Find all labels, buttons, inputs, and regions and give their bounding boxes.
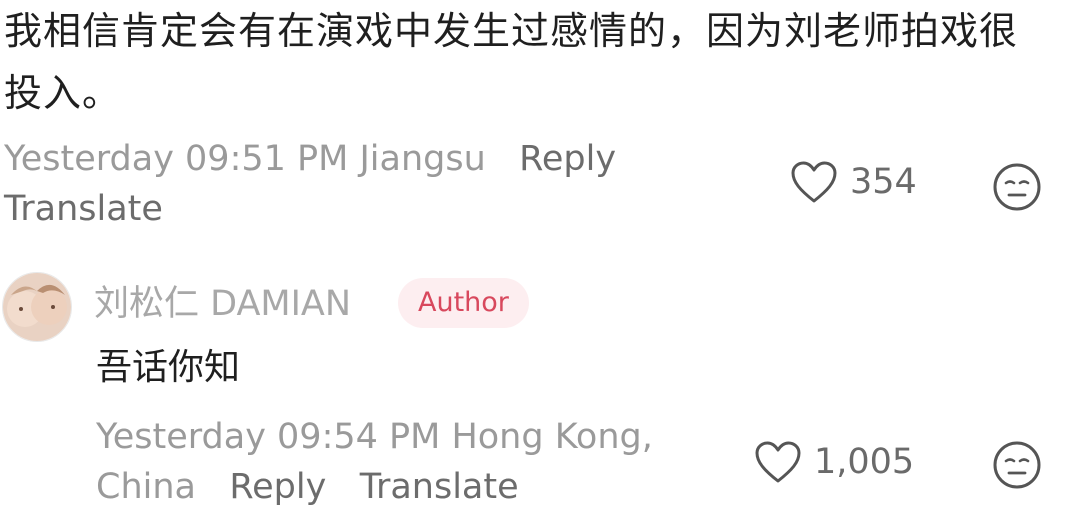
avatar[interactable] [2, 272, 72, 342]
comment-2-meta: Yesterday 09:54 PM Hong Kong, China Repl… [96, 412, 696, 512]
author-badge: Author [398, 278, 529, 328]
comment-1-reply-button[interactable]: Reply [519, 139, 616, 179]
dislike-face-icon[interactable] [992, 162, 1042, 212]
comment-2-text: 吾话你知 [96, 347, 241, 388]
comment-2-reply-button[interactable]: Reply [229, 467, 326, 507]
comment-1-meta: Yesterday 09:51 PM Jiangsu Reply Transla… [4, 134, 664, 234]
heart-icon [791, 161, 837, 203]
comment-2-like-button[interactable]: 1,005 [754, 440, 914, 484]
comment-1-translate-button[interactable]: Translate [4, 189, 163, 229]
comment-1-like-button[interactable]: 354 [790, 160, 917, 204]
comment-2-like-count: 1,005 [814, 442, 915, 482]
comment-1-like-count: 354 [850, 162, 917, 202]
dislike-face-icon[interactable] [992, 440, 1042, 490]
comment-1-text: 我相信肯定会有在演戏中发生过感情的，因为刘老师拍戏很投入。 [4, 9, 1019, 115]
comment-1-timestamp: Yesterday 09:51 PM Jiangsu [4, 139, 486, 179]
comment-2-translate-button[interactable]: Translate [360, 467, 519, 507]
heart-icon [755, 441, 801, 483]
author-name[interactable]: 刘松仁 DAMIAN [94, 280, 351, 328]
